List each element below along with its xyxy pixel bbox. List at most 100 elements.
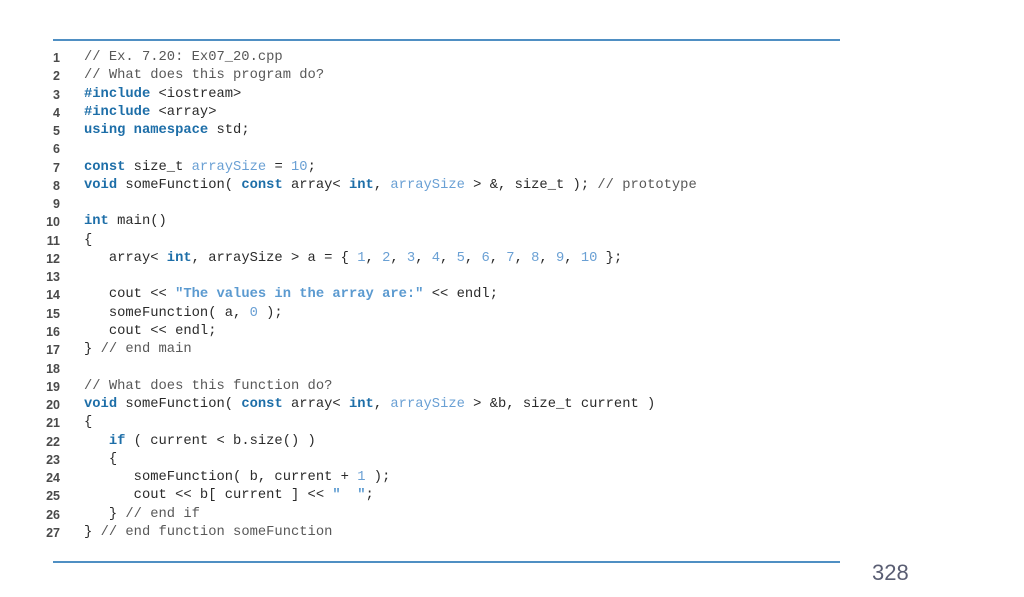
line-source: using namespace std; — [84, 122, 840, 140]
line-source: } // end if — [84, 506, 840, 524]
line-number: 12 — [46, 251, 60, 266]
code-text: , — [373, 397, 391, 413]
keyword: if — [108, 433, 126, 449]
code-text: , — [489, 250, 507, 266]
code-listing: 1 // Ex. 7.20: Ex07_20.cpp 2 // What does t… — [0, 49, 840, 542]
line-source: void someFunction( const array< int, arr… — [84, 396, 840, 414]
code-line: 21 { — [0, 414, 840, 432]
code-text: }; — [597, 250, 623, 266]
bottom-rule — [53, 561, 840, 563]
code-text: array< — [282, 177, 349, 193]
code-text: , — [514, 250, 532, 266]
line-number: 21 — [46, 416, 60, 431]
code-text: } — [84, 506, 126, 522]
code-line: 6 — [0, 140, 840, 158]
code-line: 27} // end function someFunction — [0, 524, 840, 542]
code-line: 4 #include <array> — [0, 104, 840, 122]
comment: // What does this program do? — [84, 68, 325, 84]
code-text: array< — [282, 397, 349, 413]
line-source: cout << "The values in the array are:" <… — [84, 286, 840, 304]
code-line: 25 cout << b[ current ] << " "; — [0, 487, 840, 505]
line-source: } // end main — [84, 341, 840, 359]
identifier: arraySize — [390, 397, 465, 413]
code-line: 3 #include <iostream> — [0, 86, 840, 104]
code-line: 16 cout << endl; — [0, 323, 840, 341]
code-line: 7 const size_t arraySize = 10; — [0, 159, 840, 177]
identifier: arraySize — [390, 177, 465, 193]
code-line: 2 // What does this program do? — [0, 67, 840, 85]
line-source: const size_t arraySize = 10; — [84, 159, 840, 177]
keyword: #include — [84, 104, 151, 120]
line-source: cout << endl; — [84, 323, 840, 341]
code-text: cout << — [84, 287, 176, 303]
keyword: int — [166, 250, 192, 266]
string-literal: "The values in the array are:" — [175, 287, 424, 303]
line-number: 20 — [46, 398, 60, 413]
code-text: ( current < b.size() ) — [125, 433, 316, 449]
code-text: someFunction( — [117, 397, 242, 413]
code-text: , — [373, 177, 391, 193]
line-source: { — [84, 451, 840, 469]
line-source: // Ex. 7.20: Ex07_20.cpp — [84, 49, 840, 67]
code-text: , — [390, 250, 407, 266]
top-rule — [53, 39, 840, 41]
code-text: > &, size_t ); — [464, 177, 598, 193]
line-number: 24 — [46, 471, 60, 486]
line-source — [84, 360, 840, 378]
line-source: { — [84, 232, 840, 250]
code-text: , — [365, 250, 383, 266]
string-literal: " " — [332, 488, 366, 504]
code-text: someFunction( a, — [84, 305, 250, 321]
literal: 4 — [431, 250, 441, 266]
code-line: 20 void someFunction( const array< int, a… — [0, 396, 840, 414]
line-source: } // end function someFunction — [84, 524, 840, 542]
code-line: 1 // Ex. 7.20: Ex07_20.cpp — [0, 49, 840, 67]
literal: 5 — [456, 250, 465, 266]
literal: 7 — [506, 250, 515, 266]
code-text: ; — [307, 159, 316, 175]
code-text: cout << b[ current ] << — [84, 488, 333, 504]
keyword: const — [241, 177, 283, 193]
line-number: 26 — [46, 507, 60, 522]
code-text: , — [440, 250, 457, 266]
code-line: 23 { — [0, 451, 840, 469]
code-line: 18 — [0, 360, 840, 378]
code-line: 14 cout << "The values in the array are:… — [0, 286, 840, 304]
line-number: 13 — [46, 270, 60, 285]
code-text: main() — [108, 214, 167, 230]
line-number: 15 — [46, 306, 60, 321]
keyword: using namespace — [84, 123, 209, 139]
line-source: void someFunction( const array< int, arr… — [84, 177, 840, 195]
line-number: 19 — [46, 379, 60, 394]
code-text: someFunction( b, current + — [84, 470, 358, 486]
line-source: array< int, arraySize > a = { 1, 2, 3, 4… — [84, 250, 840, 268]
code-text: , — [415, 250, 432, 266]
keyword: void — [84, 397, 118, 413]
keyword: int — [348, 177, 374, 193]
line-source: // What does this function do? — [84, 378, 840, 396]
comment: // Ex. 7.20: Ex07_20.cpp — [84, 50, 283, 65]
code-line: 10 int main() — [0, 213, 840, 231]
line-source: if ( current < b.size() ) — [84, 433, 840, 451]
line-number: 5 — [53, 124, 60, 139]
literal: 10 — [291, 159, 308, 175]
literal: 1 — [357, 250, 366, 266]
code-line: 12 array< int, arraySize > a = { 1, 2, 3… — [0, 250, 840, 268]
line-number: 22 — [46, 434, 60, 449]
comment: // prototype — [597, 177, 697, 193]
code-text: ); — [257, 305, 283, 321]
code-line: 11 { — [0, 232, 840, 250]
line-number: 18 — [46, 361, 60, 376]
line-source: int main() — [84, 213, 840, 231]
line-source: // What does this program do? — [84, 67, 840, 85]
line-number: 4 — [53, 105, 60, 120]
line-number: 8 — [53, 178, 60, 193]
line-source: cout << b[ current ] << " "; — [84, 487, 840, 505]
code-text: } — [84, 524, 101, 540]
keyword: int — [84, 214, 109, 230]
comment: // end if — [125, 506, 200, 522]
code-text: , — [539, 250, 556, 266]
page-number: 328 — [872, 560, 909, 585]
code-line: 13 — [0, 268, 840, 286]
code-line: 24 someFunction( b, current + 1 ); — [0, 469, 840, 487]
